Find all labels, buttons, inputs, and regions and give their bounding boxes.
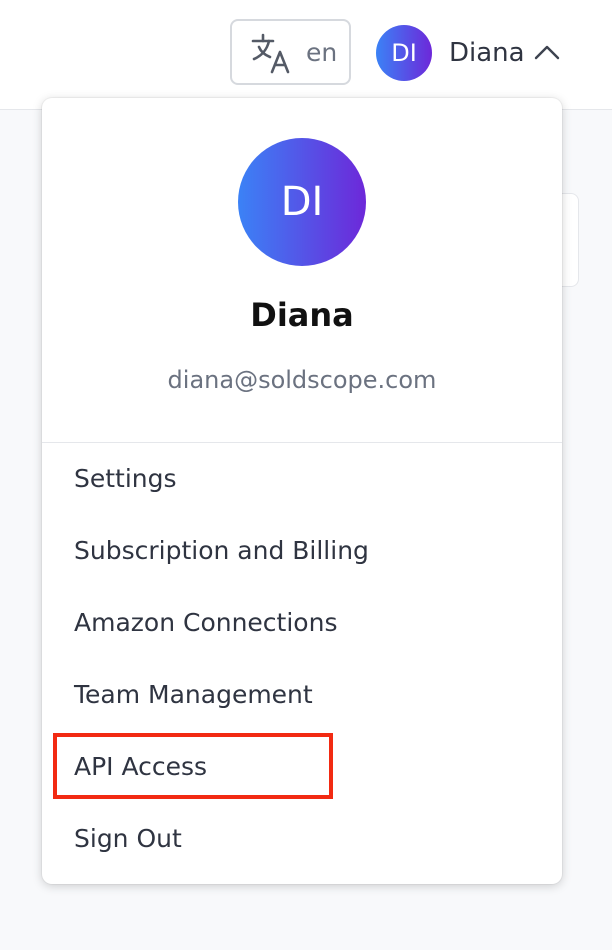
language-code: en <box>306 38 338 67</box>
avatar: DI <box>376 25 432 81</box>
language-selector-button[interactable]: en <box>230 19 351 85</box>
menu-item-sign-out[interactable]: Sign Out <box>42 803 562 875</box>
chevron-up-icon <box>534 45 560 60</box>
menu-item-settings[interactable]: Settings <box>42 443 562 515</box>
top-navigation-bar: en DI Diana <box>0 0 612 110</box>
api-access-highlight <box>53 733 333 799</box>
menu-item-team-management[interactable]: Team Management <box>42 659 562 731</box>
profile-name: Diana <box>250 296 354 334</box>
menu-item-amazon-connections[interactable]: Amazon Connections <box>42 587 562 659</box>
user-menu-trigger[interactable]: DI Diana <box>376 24 566 82</box>
menu-item-subscription-billing[interactable]: Subscription and Billing <box>42 515 562 587</box>
profile-email: diana@soldscope.com <box>167 366 437 394</box>
user-name: Diana <box>449 38 525 68</box>
profile-avatar: DI <box>238 138 366 266</box>
translate-icon <box>251 33 290 74</box>
